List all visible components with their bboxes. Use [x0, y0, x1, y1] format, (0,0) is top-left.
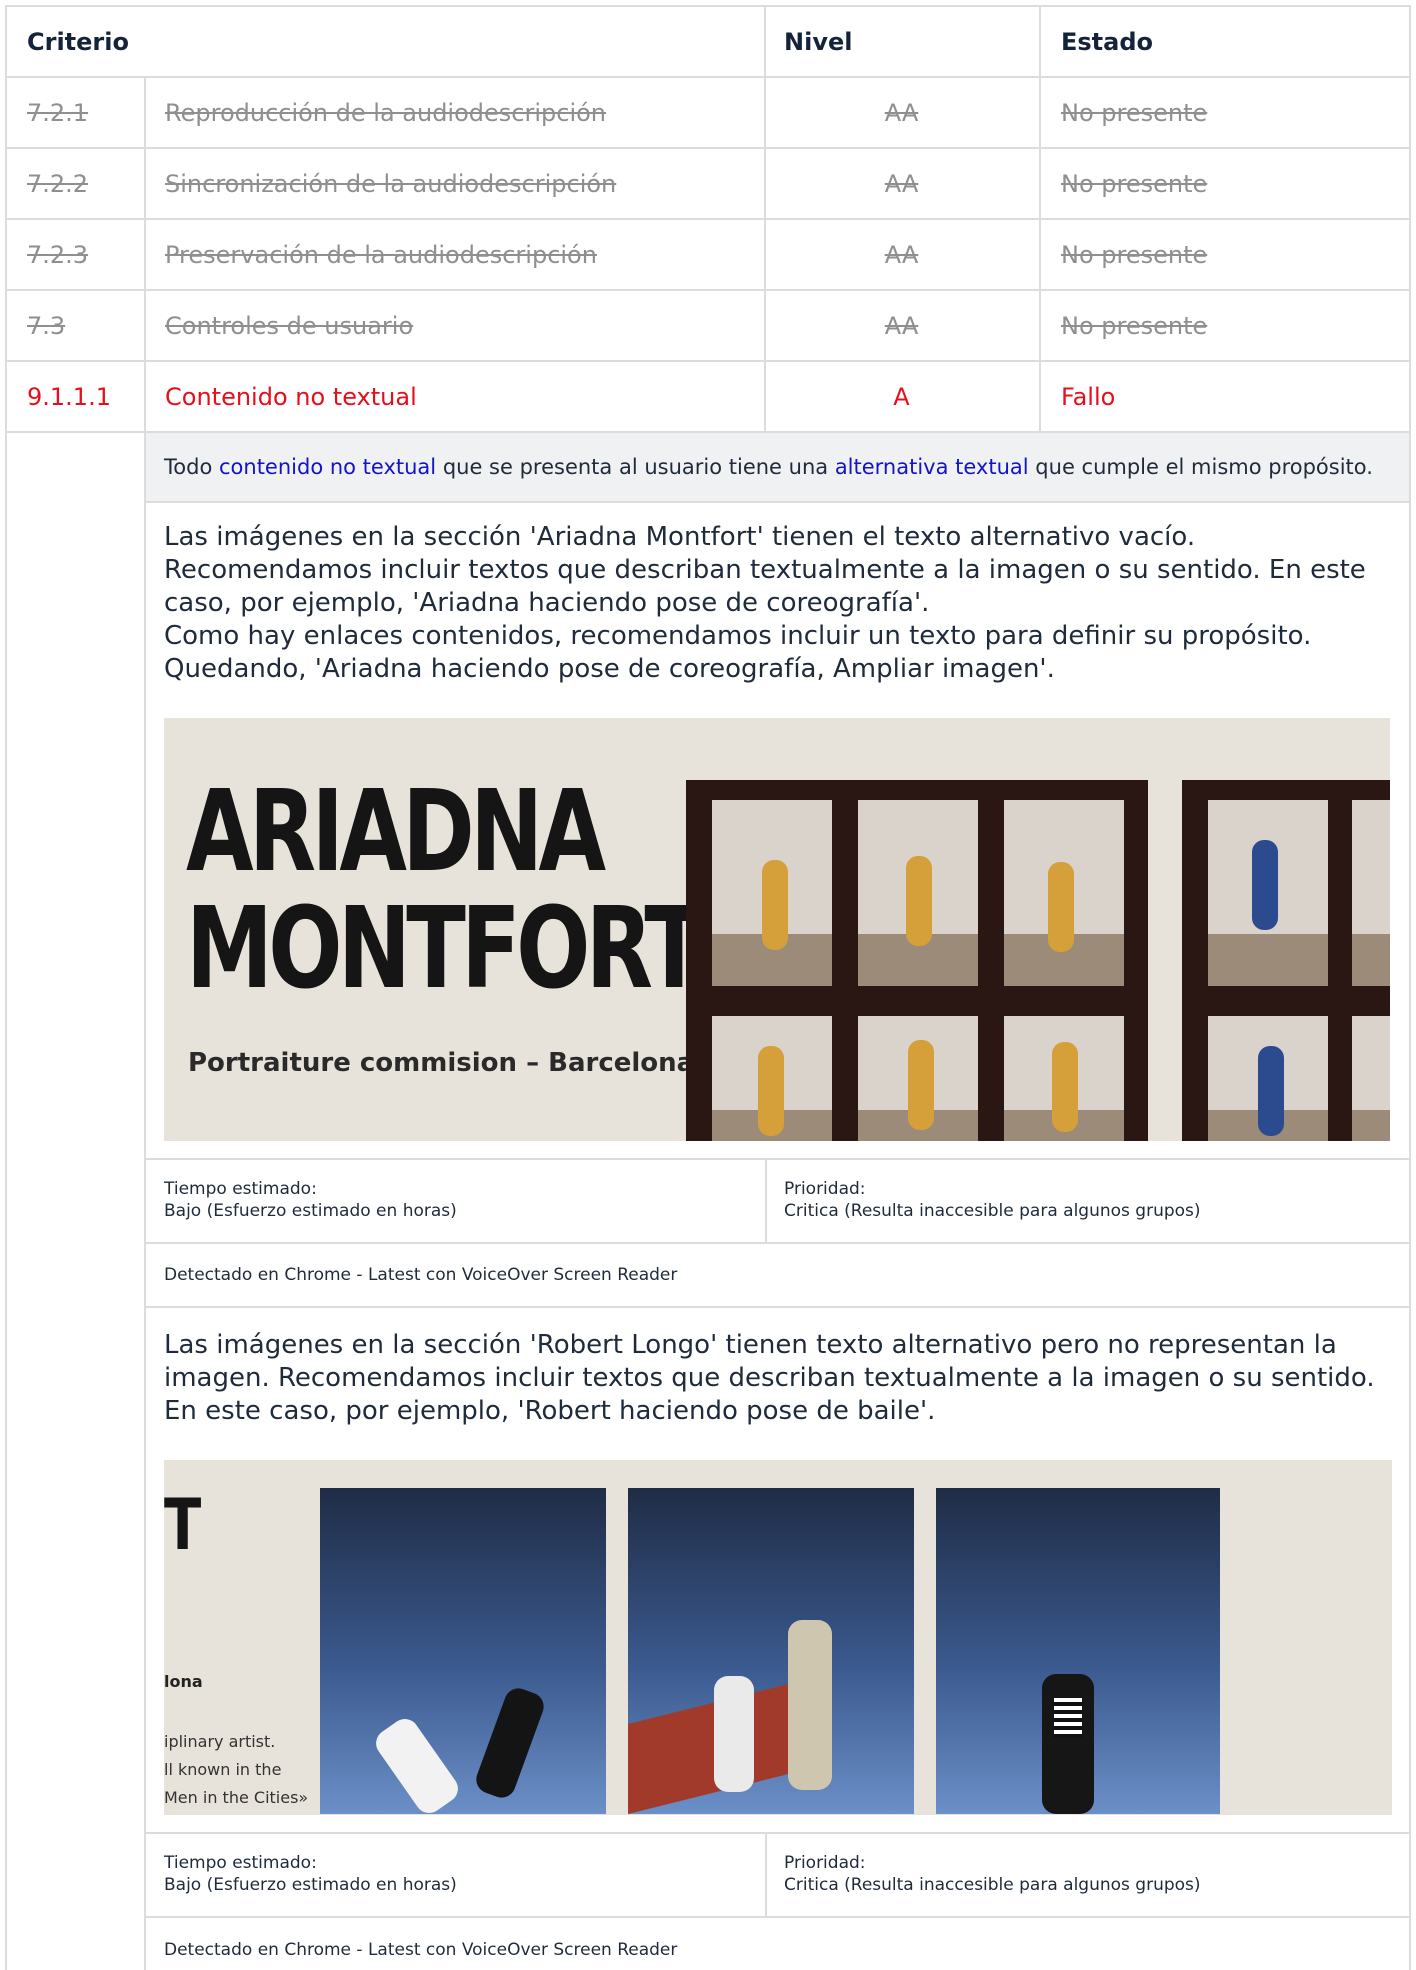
- criterion-id: 9.1.1.1: [27, 382, 111, 411]
- table-row[interactable]: 7.3 Controles de usuario AA No presente: [7, 291, 1409, 362]
- finding-text: Las imágenes en la sección 'Robert Longo…: [164, 1330, 1375, 1426]
- time-value: Bajo (Esfuerzo estimado en horas): [164, 1875, 457, 1895]
- time-label: Tiempo estimado:: [164, 1853, 317, 1873]
- criterion-level: AA: [884, 98, 919, 127]
- criterion-status: No presente: [1061, 169, 1208, 198]
- table-row[interactable]: 7.2.3 Preservación de la audiodescripció…: [7, 220, 1409, 291]
- criterion-name: Contenido no textual: [165, 382, 417, 411]
- screenshot-bio-line3: Men in the Cities»: [164, 1788, 309, 1807]
- table-header: Criterio Nivel Estado: [7, 7, 1409, 78]
- finding-text: Las imágenes en la sección 'Ariadna Mont…: [164, 522, 1366, 684]
- criterion-name: Preservación de la audiodescripción: [165, 240, 597, 269]
- criterion-name: Sincronización de la audiodescripción: [165, 169, 617, 198]
- link-alternativa-textual[interactable]: alternativa textual: [835, 455, 1029, 479]
- criterion-name: Controles de usuario: [165, 311, 414, 340]
- criterion-name: Reproducción de la audiodescripción: [165, 98, 607, 127]
- criterion-id: 7.2.1: [27, 98, 89, 127]
- contact-sheet-image-2: [1182, 780, 1390, 1141]
- criterion-level: A: [893, 382, 910, 411]
- header-criterio: Criterio: [27, 27, 129, 56]
- finding-meta: Tiempo estimado: Bajo (Esfuerzo estimado…: [146, 1158, 1409, 1244]
- criterion-status: Fallo: [1061, 382, 1116, 411]
- criterion-id: 7.2.3: [27, 240, 89, 269]
- priority-label: Prioridad:: [784, 1853, 866, 1873]
- contact-sheet-image: [686, 780, 1148, 1141]
- detected-info: Detectado en Chrome - Latest con VoiceOv…: [164, 1940, 678, 1960]
- detected-info: Detectado en Chrome - Latest con VoiceOv…: [146, 1244, 1409, 1308]
- screenshot-bio-line1: iplinary artist.: [164, 1732, 276, 1751]
- time-label: Tiempo estimado:: [164, 1179, 317, 1199]
- screenshot-robert: T lona iplinary artist. ll known in the …: [164, 1460, 1392, 1815]
- priority-label: Prioridad:: [784, 1179, 866, 1199]
- table-row[interactable]: 7.2.2 Sincronización de la audiodescripc…: [7, 149, 1409, 220]
- photo-dancers-2: [628, 1488, 914, 1814]
- criterion-status: No presente: [1061, 98, 1208, 127]
- table-row-fail[interactable]: 9.1.1.1 Contenido no textual A Fallo: [7, 362, 1409, 433]
- criterion-level: AA: [884, 311, 919, 340]
- criterion-status: No presente: [1061, 240, 1208, 269]
- finding-meta: Tiempo estimado: Bajo (Esfuerzo estimado…: [146, 1832, 1409, 1918]
- screenshot-ariadna: ARIADNA MONTFORT Portraiture commision –…: [164, 718, 1390, 1141]
- criterion-id: 7.2.2: [27, 169, 89, 198]
- priority-value: Critica (Resulta inaccesible para alguno…: [784, 1875, 1201, 1895]
- link-contenido-no-textual[interactable]: contenido no textual: [219, 455, 436, 479]
- screenshot-title-fragment: T: [164, 1484, 202, 1566]
- screenshot-title-line1: ARIADNA: [186, 767, 606, 897]
- priority-value: Critica (Resulta inaccesible para alguno…: [784, 1201, 1201, 1221]
- screenshot-subtitle-fragment: lona: [164, 1672, 203, 1691]
- table-row[interactable]: 7.2.1 Reproducción de la audiodescripció…: [7, 78, 1409, 149]
- criterion-level: AA: [884, 240, 919, 269]
- photo-dancers-1: [320, 1488, 606, 1815]
- criteria-table: Criterio Nivel Estado 7.2.1 Reproducción…: [5, 5, 1411, 1970]
- photo-dancer-3: [936, 1488, 1220, 1814]
- header-estado: Estado: [1061, 27, 1154, 56]
- screenshot-bio-line2: ll known in the: [164, 1760, 282, 1779]
- time-value: Bajo (Esfuerzo estimado en horas): [164, 1201, 457, 1221]
- criterion-description: Todo contenido no textual que se present…: [146, 433, 1409, 503]
- header-nivel: Nivel: [784, 27, 853, 56]
- criterion-level: AA: [884, 169, 919, 198]
- criterion-id: 7.3: [27, 311, 66, 340]
- criterion-status: No presente: [1061, 311, 1208, 340]
- screenshot-title-line2: MONTFORT: [186, 884, 704, 1014]
- screenshot-subtitle: Portraiture commision – Barcelona: [188, 1048, 695, 1078]
